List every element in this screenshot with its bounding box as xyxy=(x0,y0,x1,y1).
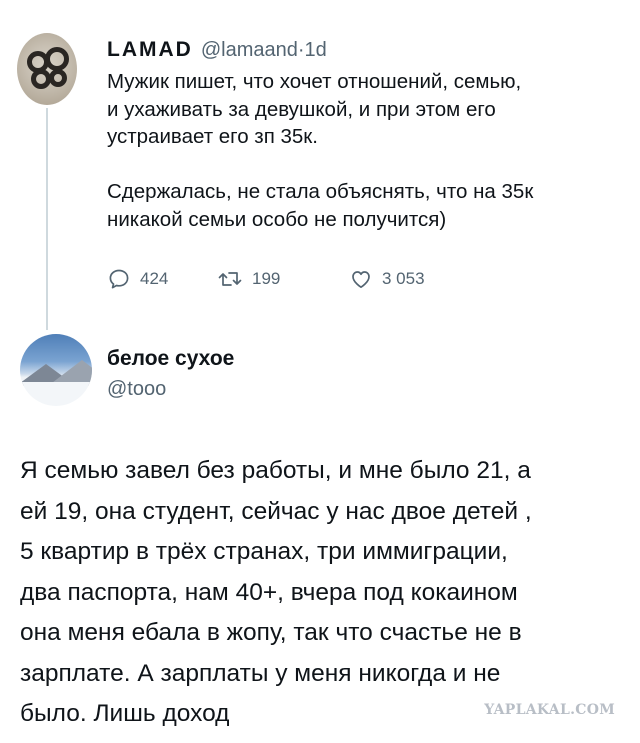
retweet-icon xyxy=(217,267,243,291)
watermark: YAPLAKAL.COM xyxy=(484,702,615,718)
tweet-text-line xyxy=(107,151,627,179)
retweet-count: 199 xyxy=(252,269,281,288)
reply-count: 424 xyxy=(140,269,169,288)
tweet-text-line: Я семью завел без работы, и мне было 21,… xyxy=(20,457,531,484)
tweet-text-line: Мужик пишет, что хочет отношений, семью, xyxy=(107,70,522,93)
display-name[interactable]: белое сухое xyxy=(107,347,234,371)
heart-icon xyxy=(349,267,373,291)
handle[interactable]: @tooo xyxy=(107,378,166,401)
tweet-text-line: она меня ебала в жопу, так что счастье н… xyxy=(20,619,522,646)
retweet-button[interactable]: 199 xyxy=(217,267,349,291)
tweet-text-line: 5 квартир в трёх странах, три иммиграции… xyxy=(20,538,508,565)
reply-button[interactable]: 424 xyxy=(107,267,217,291)
tweet-text-line: устраивает его зп 35к. xyxy=(107,125,318,148)
avatar[interactable] xyxy=(17,33,77,105)
reply-bubble-icon xyxy=(107,267,131,291)
thread-connector-line xyxy=(46,108,48,330)
tweet-header: LAMAD @lamaand·1d xyxy=(107,38,327,62)
tweet-actions: 424 199 3 053 xyxy=(107,266,425,292)
like-count: 3 053 xyxy=(382,269,425,288)
handle[interactable]: @lamaand xyxy=(201,39,298,61)
tweet-text: Я семью завел без работы, и мне было 21,… xyxy=(20,451,620,735)
tweet-text-line: и ухаживать за девушкой, и при этом его xyxy=(107,97,496,121)
tweet-text-line: Сдержалась, не стала объяснять, что на 3… xyxy=(107,180,534,203)
display-name[interactable]: LAMAD xyxy=(107,38,193,62)
tweet-text-line: никакой семьи особо не получится) xyxy=(107,207,447,231)
tweet-text-line: ей 19, она студент, сейчас у нас двое де… xyxy=(20,497,532,525)
like-button[interactable]: 3 053 xyxy=(349,267,425,291)
separator: · xyxy=(297,39,305,61)
tweet-text: Мужик пишет, что хочет отношений, семью,… xyxy=(107,68,627,233)
tweet-text-line: зарплате. А зарплаты у меня никогда и не xyxy=(20,659,501,687)
avatar-snow xyxy=(20,382,92,406)
tweet-text-line: два паспорта, нам 40+, вчера под кокаино… xyxy=(20,578,518,606)
avatar[interactable] xyxy=(20,334,92,406)
timestamp[interactable]: 1d xyxy=(305,39,327,61)
handle-and-time: @lamaand·1d xyxy=(201,39,327,62)
